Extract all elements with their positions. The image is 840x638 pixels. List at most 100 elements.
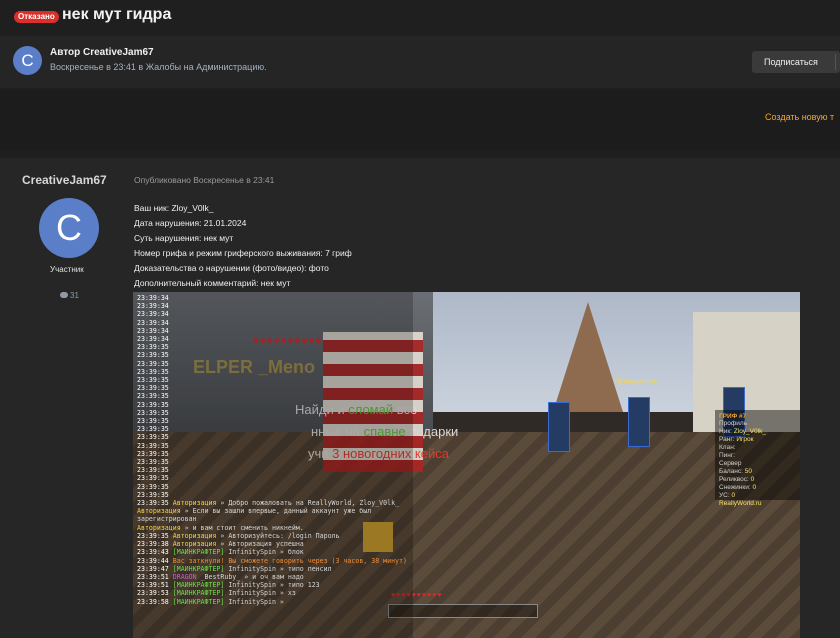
chat-fragment: 23:39:34 <box>137 326 169 335</box>
chat-fragment: 23:39:53 <box>137 589 169 598</box>
topic-author[interactable]: Автор CreativeJam67 <box>50 47 154 58</box>
scoreboard-line: УС: 0 <box>719 492 736 499</box>
chat-line: 23:39:35 <box>137 442 413 450</box>
post-date: Опубликовано Воскресенье в 23:41 <box>134 175 275 185</box>
game-npc <box>548 402 570 452</box>
chat-fragment: » Авторизация успешна <box>216 540 304 549</box>
chat-line: 23:39:35 <box>137 474 413 482</box>
chat-fragment: » Добро пожаловать на ReallyWorld, Zloy_… <box>216 499 400 508</box>
chat-fragment: [МАЙНКРАФТЕР] <box>172 548 225 557</box>
chat-fragment: 23:39:35 <box>137 449 169 458</box>
content-line: Доказательства о нарушении (фото/видео):… <box>134 263 329 273</box>
game-tree <box>553 302 623 412</box>
game-npc <box>628 397 650 447</box>
chat-line: 23:39:35 <box>137 360 413 368</box>
chat-line: 23:39:53 [МАЙНКРАФТЕР] InfinitySpin » хз <box>137 589 413 597</box>
status-badge: Отказано <box>14 11 59 23</box>
scoreboard-line: Клан: <box>719 444 736 451</box>
chat-fragment: 23:39:35 <box>137 400 169 409</box>
chat-fragment: Авторизация <box>172 499 217 508</box>
chat-fragment: 23:39:35 <box>137 441 169 450</box>
content-line: Суть нарушения: нек мут <box>134 233 234 243</box>
chat-line: 23:39:35 <box>137 450 413 458</box>
content-line: Дата нарушения: 21.01.2024 <box>134 218 247 228</box>
attached-screenshot[interactable]: Путеводитель ♥♥♥♥♥♥♥♥♥♥ ♥♥♥♥♥♥♥♥♥♥ ELPER… <box>133 292 800 638</box>
chat-line: 23:39:35 <box>137 409 413 417</box>
content-line: Номер грифа и режим гриферского выживани… <box>134 248 352 258</box>
chat-line: Авторизация » Если вы зашли впервые, дан… <box>137 507 413 515</box>
post: CreativeJam67 C Участник 31 Опубликовано… <box>0 158 840 638</box>
chat-fragment: » и вам стоит сменить никнейм. <box>180 523 304 532</box>
chat-line: 23:39:35 <box>137 392 413 400</box>
chat-line: 23:39:35 <box>137 351 413 359</box>
chat-line: 23:39:35 <box>137 384 413 392</box>
chat-fragment: 23:39:35 <box>137 531 169 540</box>
chat-line: 23:39:35 <box>137 433 413 441</box>
topic-header: Отказано нек мут гидра <box>0 0 840 34</box>
chat-line: 23:39:44 Вас заткнули! Вы сможете говори… <box>137 557 413 565</box>
create-topic-link[interactable]: Создать новую т <box>765 112 834 122</box>
chat-fragment: 23:39:35 <box>137 392 169 401</box>
comment-icon <box>60 292 68 298</box>
chat-fragment: 23:39:35 <box>137 499 169 508</box>
avatar[interactable]: C <box>13 46 42 75</box>
chat-fragment: 23:39:35 <box>137 351 169 360</box>
content-line: Ваш ник: Zloy_V0lk_ <box>134 203 214 213</box>
scoreboard-line: Сервер <box>719 460 742 467</box>
chat-line: 23:39:51 DRAGON _BestRuby_ » и оч вам на… <box>137 573 413 581</box>
chat-line: 23:39:35 <box>137 376 413 384</box>
scoreboard-title: ГРИФ #7 <box>719 413 747 420</box>
game-chat: 23:39:34 23:39:34 23:39:34 23:39:34 23:3… <box>133 292 413 638</box>
chat-line: 23:39:35 <box>137 368 413 376</box>
chat-fragment: 23:39:43 <box>137 548 169 557</box>
chat-fragment: _BestRuby_ » и оч вам надо <box>196 572 304 581</box>
chat-fragment: 23:39:35 <box>137 425 169 434</box>
post-avatar[interactable]: C <box>39 198 99 258</box>
user-role: Участник <box>50 265 84 274</box>
post-count-value: 31 <box>70 291 79 300</box>
chat-fragment: Авторизация <box>137 523 181 532</box>
subscribe-button[interactable]: Подписаться <box>752 51 840 73</box>
page-title: нек мут гидра <box>62 6 172 23</box>
chat-fragment: InfinitySpin » хз <box>224 589 296 598</box>
post-author-name[interactable]: CreativeJam67 <box>22 173 107 187</box>
scoreboard-line: Ник: Zloy_V0lk_ <box>719 428 766 435</box>
chat-line: Авторизация » и вам стоит сменить никней… <box>137 524 413 532</box>
scoreboard-line: ReallyWorld.ru <box>719 500 762 507</box>
chat-fragment: зарегистрирован <box>137 515 197 524</box>
post-content: Ваш ник: Zloy_V0lk_ Дата нарушения: 21.0… <box>134 201 554 291</box>
chat-fragment: 23:39:51 <box>137 581 169 590</box>
chat-line: 23:39:35 <box>137 458 413 466</box>
chat-fragment: 23:39:34 <box>137 335 169 344</box>
chat-fragment: DRAGON <box>172 572 197 581</box>
chat-fragment: 23:39:35 <box>137 482 169 491</box>
chat-fragment: InfinitySpin » типо пенсил <box>224 564 332 573</box>
chat-fragment: [МАЙНКРАФТЕР] <box>172 589 225 598</box>
post-count: 31 <box>60 291 79 300</box>
chat-fragment: Авторизация <box>137 507 181 516</box>
chat-fragment: » Если вы зашли впервые, данный аккаунт … <box>180 507 372 516</box>
chat-line: 23:39:35 <box>137 425 413 433</box>
chat-fragment: 23:39:51 <box>137 572 169 581</box>
chat-fragment: 23:39:35 <box>137 367 169 376</box>
chat-line: 23:39:47 [МАЙНКРАФТЕР] InfinitySpin » ти… <box>137 565 413 573</box>
chat-fragment: 23:39:35 <box>137 376 169 385</box>
chat-fragment: 23:39:44 <box>137 556 169 565</box>
chat-line: 23:39:51 [МАЙНКРАФТЕР] InfinitySpin » ти… <box>137 581 413 589</box>
chat-line: 23:39:35 Авторизация » Добро пожаловать … <box>137 499 413 507</box>
chat-fragment: 23:39:38 <box>137 540 169 549</box>
chat-fragment: 23:39:35 <box>137 433 169 442</box>
scoreboard-line: Реликвос: 0 <box>719 476 755 483</box>
chat-fragment: [МАЙНКРАФТЕР] <box>172 597 225 606</box>
chat-line: 23:39:35 <box>137 343 413 351</box>
topic-meta: Воскресенье в 23:41 в Жалобы на Админист… <box>50 62 267 72</box>
scoreboard-line: Баланс: 50 <box>719 468 752 475</box>
chat-fragment: 23:39:34 <box>137 318 169 327</box>
chat-fragment: » Авторизуйтесь: /login Пароль <box>216 531 340 540</box>
scoreboard-line: Пинг: <box>719 452 736 459</box>
chat-fragment: 23:39:35 <box>137 490 169 499</box>
chat-fragment: 23:39:35 <box>137 408 169 417</box>
chat-fragment: Вас заткнули! Вы сможете говорить через … <box>172 556 407 565</box>
scoreboard: ГРИФ #7 Профиль Ник: Zloy_V0lk_ Ранг: Игро… <box>715 410 800 507</box>
chat-fragment: 23:39:47 <box>137 564 169 573</box>
